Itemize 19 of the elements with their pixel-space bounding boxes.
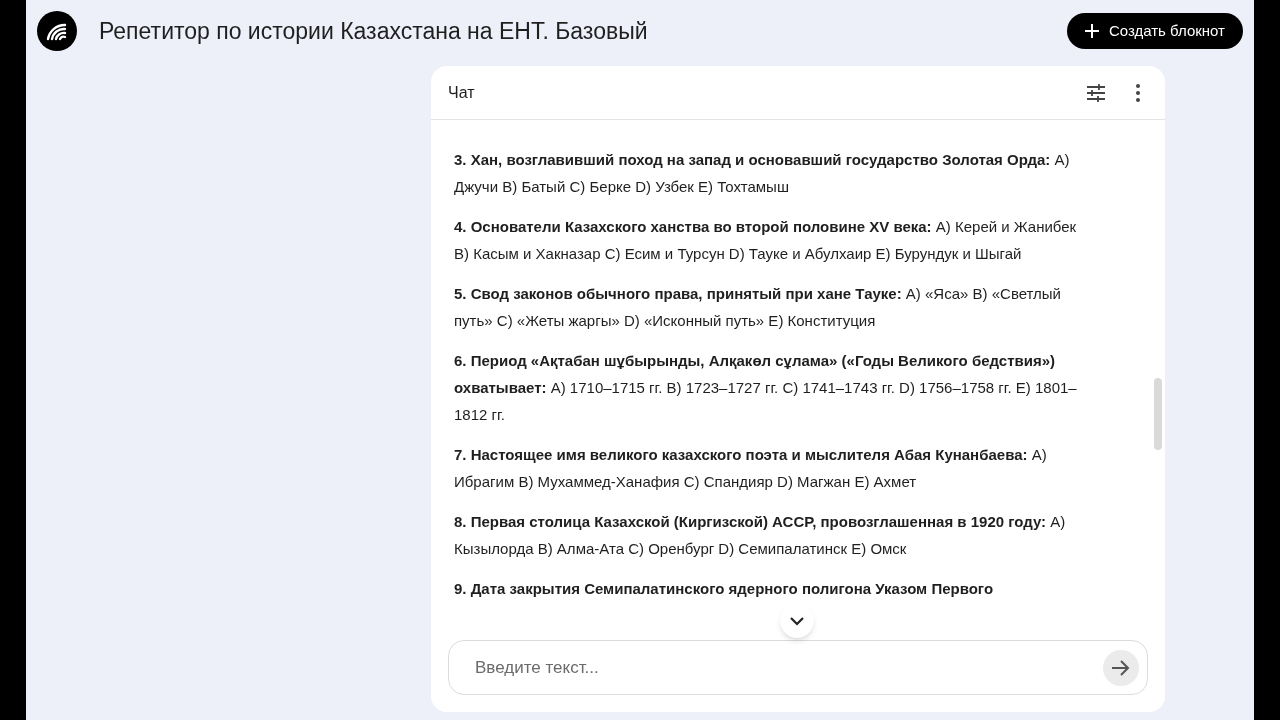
chevron-down-icon [790,616,804,626]
quiz-question-text: 6. Период «Ақтабан шұбырынды, Алқакөл сұлама» («Годы Великого бедствия») охватывает: A) 1710–1715 гг. B) 1723–1727 гг. C) 1741–1743 гг. D) 1756–1758 гг. E) 1801–1812 гг. [454,351,1078,425]
quiz-question-text: 4. Основатели Казахского ханства во второй половине XV века: A) Керей и Жанибек B) Касым и Хакназар C) Есим и Турсун D) Тауке и Абулхаир E) Бурундук и Шыгай [454,217,1078,264]
quiz-question-text: 5. Свод законов обычного права, принятый при хане Тауке: A) «Яса» B) «Светлый путь» C) «Жеты жаргы» D) «Исконный путь» E) Конституция [454,284,1062,331]
message-input[interactable]: Введите текст... [475,654,1103,681]
chat-title: Чат [448,82,475,103]
quiz-question-text: 8. Первая столица Казахской (Киргизской) АССР, провозглашенная в 1920 году: A) Кызылорда B) Алма-Ата C) Оренбург D) Семипалатинск E) Омск [454,512,1067,559]
send-arrow-button[interactable] [1103,649,1139,686]
arrow-right-icon [1112,659,1130,676]
create-notebook-button[interactable]: Создать блокнот [1066,13,1243,49]
scroll-down-button[interactable] [780,604,814,638]
scrollbar-thumb[interactable] [1154,378,1162,450]
quiz-question-text: 7. Настоящее имя великого казахского поэта и мыслителя Абая Кунанбаева: A) Ибрагим B) Мухаммед-Ханафия C) Спандияр D) Магжан E) Ахмет [454,445,1048,492]
notebook-title: Репетитор по истории Казахстана на ЕНТ. Базовый [99,16,648,46]
quiz-question-text: 3. Хан, возглавивший поход на запад и основавший государство Золотая Орда: A) Джучи B) Батый C) Берке D) Узбек E) Тохтамыш [454,150,1071,197]
plus-icon [1084,24,1099,38]
logo-icon [37,11,77,51]
message-input-field[interactable]: Введите текст... [448,640,1148,695]
quiz-question-text: 9. Дата закрытия Семипалатинского ядерного полигона Указом Первого [454,579,995,599]
